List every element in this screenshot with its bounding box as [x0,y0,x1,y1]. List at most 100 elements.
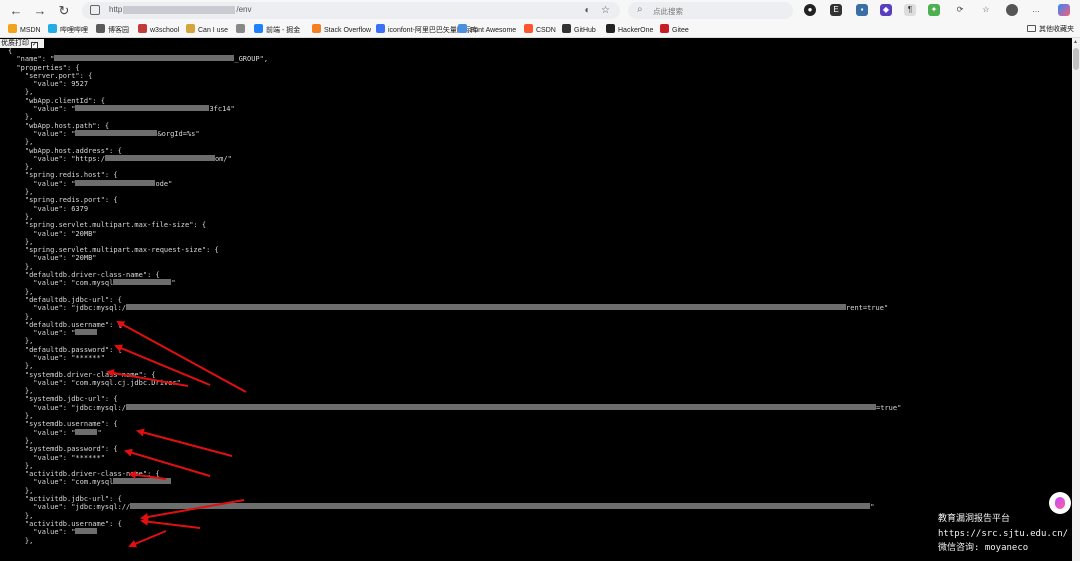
json-line: "value": " ode" [8,179,901,188]
scrollbar[interactable]: ▲ [1072,38,1080,561]
watermark-line-2: https://src.sjtu.edu.cn/ [938,529,1069,539]
json-line: "name": " _GROUP", [8,55,901,63]
site-info-icon[interactable] [90,5,100,15]
json-line: "value": 6379 [8,205,901,213]
json-line: "defaultdb.username": { [8,321,901,329]
json-text: }, [8,113,34,122]
json-line: "value": " [8,329,901,337]
json-line: }, [8,437,901,445]
json-text-tail: rent=true" [846,304,889,313]
bookmark-item[interactable]: Stack Overflow [312,24,371,35]
json-text: "value": "******" [8,453,105,462]
json-text: "activitdb.username": { [8,519,122,528]
bookmark-item[interactable]: GitHub [562,24,596,35]
json-text: }, [8,486,34,495]
json-text: }, [8,188,34,197]
json-line: "systemdb.username": { [8,420,901,428]
json-text: "spring.servlet.multipart.max-request-si… [8,246,219,255]
json-line: "defaultdb.jdbc-url": { [8,296,901,304]
json-text: "activitdb.driver-class-name": { [8,470,160,479]
json-text: }, [8,287,34,296]
json-line: "value": "20MB" [8,254,901,262]
bookmark-label: 哔哩哔哩 [60,27,88,34]
address-bar[interactable]: http/env ◐ ☆ [82,2,620,19]
extension-icon-3[interactable]: ▪ [856,4,868,16]
back-icon[interactable]: ← [8,3,24,19]
json-line: "value": 9527 [8,80,901,88]
browser-toolbar: ← → ↻ http/env ◐ ☆ ⌕ 点此搜索 ● E ▪ ◆ ¶ ✦ ⟳ … [0,0,1080,21]
extension-icon-5[interactable]: ¶ [904,4,916,16]
redacted-value [75,179,156,186]
profile-avatar[interactable] [1006,4,1018,16]
bookmark-item[interactable]: Font Awesome [458,24,516,35]
bookmark-item[interactable]: HackerOne [606,24,653,35]
search-box[interactable]: ⌕ 点此搜索 [628,2,793,19]
json-text: "value": "jdbc:mysql:// [8,503,131,512]
bookmark-item[interactable] [236,24,248,35]
json-text-tail: " [870,503,875,512]
extension-icon-2[interactable]: E [830,4,842,16]
extension-icon-4[interactable]: ◆ [880,4,892,16]
bookmark-item[interactable]: w3school [138,24,179,35]
json-line: "activitdb.jdbc-url": { [8,495,901,503]
other-favorites-folder[interactable]: 其他收藏夹 [1027,24,1074,35]
favorites-icon[interactable]: ☆ [980,4,992,16]
json-line: "value": "com.mysql.cj.jdbc.Driver" [8,379,901,387]
url-prefix: http [109,5,123,14]
extension-icon-1[interactable]: ● [804,4,816,16]
scrollbar-thumb[interactable] [1073,48,1079,70]
json-line: }, [8,337,901,345]
url-suffix: /env [236,5,252,14]
json-line: "value": " 3fc14" [8,105,901,113]
extension-icon-6[interactable]: ✦ [928,4,940,16]
pretty-print-label: 优质打印 [1,40,29,47]
json-text: "activitdb.jdbc-url": { [8,495,122,504]
bookmark-favicon-icon [138,24,147,33]
json-text: }, [8,262,34,271]
more-menu-icon[interactable]: … [1030,4,1042,16]
bookmark-item[interactable]: Can I use [186,24,228,35]
extensions-puzzle-icon[interactable]: ⟳ [954,4,966,16]
bookmark-item[interactable]: MSDN [8,24,41,35]
redacted-value [75,129,158,136]
bookmark-item[interactable]: 前端 - 掘金 [254,24,300,35]
json-text: "systemdb.password": { [8,445,118,454]
star-icon[interactable]: ☆ [600,5,611,16]
bookmark-favicon-icon [562,24,571,33]
json-text: "defaultdb.driver-class-name": { [8,271,160,280]
json-text-tail: " [97,428,102,437]
json-text: "value": "jdbc:mysql:/ [8,403,127,412]
assistant-icon [1055,497,1065,509]
json-line: }, [8,537,901,545]
json-line: "wbApp.host.address": { [8,147,901,155]
json-line: "value": "https:/ om/" [8,154,901,163]
json-text-tail: ode" [155,179,173,188]
bookmark-item[interactable]: Gitee [660,24,689,35]
json-line: "systemdb.driver-class-name": { [8,371,901,379]
bookmark-item[interactable]: CSDN [524,24,556,35]
translate-icon[interactable]: ◐ [582,5,593,16]
json-text-tail: om/" [214,154,232,163]
forward-icon[interactable]: → [32,3,48,19]
json-text-tail: _GROUP", [234,55,269,64]
sidebar-assistant-button[interactable] [1049,492,1071,514]
json-text: "value": "******" [8,353,105,362]
json-line: "value": "com.mysql " [8,279,901,287]
json-text: "value": 9527 [8,80,89,89]
folder-icon [1027,25,1036,32]
reload-icon[interactable]: ↻ [56,3,72,19]
json-text: "value": "20MB" [8,229,97,238]
json-text: }, [8,163,34,172]
copilot-icon[interactable] [1058,4,1070,16]
json-line: }, [8,138,901,146]
bookmark-label: CSDN [536,27,556,34]
bookmark-favicon-icon [660,24,669,33]
redacted-value [104,154,215,161]
bookmark-item[interactable]: 博客园 [96,24,129,35]
redacted-value [54,55,235,62]
redacted-value [75,329,98,336]
scroll-up-icon[interactable]: ▲ [1073,39,1078,45]
bookmark-item[interactable]: 哔哩哔哩 [48,24,88,35]
redacted-value [126,403,877,410]
watermark-line-3: 微信咨询: moyaneco [938,543,1029,553]
